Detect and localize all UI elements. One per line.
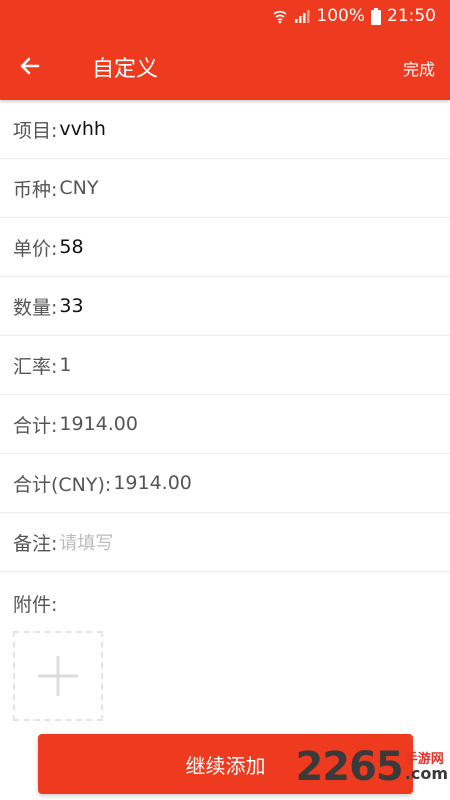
quantity-value[interactable]: 33 bbox=[59, 295, 83, 317]
page-title: 自定义 bbox=[92, 57, 159, 82]
unit-price-field[interactable]: 单价: 58 bbox=[0, 218, 450, 277]
exchange-rate-field[interactable]: 汇率: 1 bbox=[0, 336, 450, 395]
item-field[interactable]: 项目: vvhh bbox=[0, 100, 450, 159]
expense-form: 项目: vvhh 币种: CNY 单价: 58 数量: 33 汇率: 1 合计:… bbox=[0, 100, 450, 572]
unit-price-label: 单价: bbox=[13, 237, 58, 260]
total-label: 合计: bbox=[13, 414, 58, 437]
currency-value[interactable]: CNY bbox=[59, 177, 98, 199]
unit-price-value[interactable]: 58 bbox=[59, 236, 83, 258]
total-value: 1914.00 bbox=[59, 413, 138, 435]
quantity-label: 数量: bbox=[13, 296, 58, 319]
total-cny-value: 1914.00 bbox=[113, 472, 192, 494]
back-button[interactable] bbox=[16, 52, 44, 80]
add-attachment-button[interactable] bbox=[13, 631, 103, 721]
exchange-rate-value[interactable]: 1 bbox=[59, 354, 71, 376]
currency-label: 币种: bbox=[13, 178, 58, 201]
quantity-field[interactable]: 数量: 33 bbox=[0, 277, 450, 336]
total-field: 合计: 1914.00 bbox=[0, 395, 450, 454]
exchange-rate-label: 汇率: bbox=[13, 355, 58, 378]
note-input[interactable]: 请填写 bbox=[59, 529, 113, 555]
signal-icon bbox=[294, 8, 310, 24]
clock: 21:50 bbox=[387, 6, 436, 26]
item-label: 项目: bbox=[13, 119, 58, 142]
note-field[interactable]: 备注: 请填写 bbox=[0, 513, 450, 572]
continue-add-button[interactable]: 继续添加 bbox=[38, 734, 413, 794]
app-bar: 自定义 完成 bbox=[0, 32, 450, 100]
done-button[interactable]: 完成 bbox=[403, 56, 435, 80]
plus-icon bbox=[38, 656, 78, 696]
header: 100% 21:50 自定义 完成 bbox=[0, 0, 450, 100]
total-cny-label: 合计(CNY): bbox=[13, 473, 112, 496]
attachment-label: 附件: bbox=[13, 594, 58, 616]
wifi-icon bbox=[272, 8, 288, 24]
note-label: 备注: bbox=[13, 532, 58, 555]
currency-field[interactable]: 币种: CNY bbox=[0, 159, 450, 218]
total-cny-field: 合计(CNY): 1914.00 bbox=[0, 454, 450, 513]
battery-icon bbox=[371, 7, 381, 25]
status-bar: 100% 21:50 bbox=[0, 0, 450, 32]
battery-percent: 100% bbox=[316, 6, 365, 26]
arrow-left-icon bbox=[20, 57, 40, 75]
item-value[interactable]: vvhh bbox=[59, 118, 106, 140]
